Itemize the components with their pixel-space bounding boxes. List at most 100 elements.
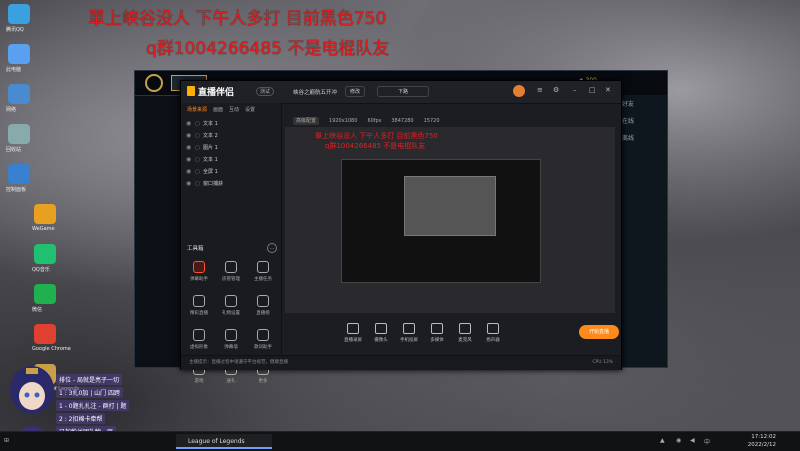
desktop-icon-5[interactable] <box>34 204 56 224</box>
eye-icon[interactable]: ◉ <box>186 178 191 190</box>
preview-nested-capture-inner <box>404 176 496 236</box>
desktop-icon-7[interactable] <box>34 284 56 304</box>
left-tab[interactable]: 设置 <box>245 107 255 113</box>
maximize-icon[interactable]: □ <box>589 86 596 94</box>
settings-icon[interactable]: ⚙ <box>553 86 559 94</box>
stream-tool-window: 直播伴侣 测试 ≡ ⚙ – □ ✕ 峡谷之巅航五开冲 修改 下路 高级配置 192… <box>180 80 622 384</box>
lock-icon[interactable]: ▢ <box>195 142 200 154</box>
start-icon[interactable]: ⊞ <box>4 437 9 444</box>
source-item[interactable]: ◉ ▢ 文本 1 <box>181 118 281 130</box>
tool-icon <box>257 261 269 273</box>
minimize-icon[interactable]: – <box>573 86 577 94</box>
lock-icon[interactable]: ▢ <box>195 118 200 130</box>
preview-overlay-line2: q群1004266485 不是电棍队友 <box>325 142 426 150</box>
tool-icon <box>193 295 205 307</box>
desktop-icon-6[interactable] <box>34 244 56 264</box>
volume-icon[interactable]: ◀ <box>690 437 695 444</box>
source-item[interactable]: ◉ ▢ 文本 2 <box>181 130 281 142</box>
source-item[interactable]: ◉ ▢ 窗口捕获 <box>181 178 281 190</box>
close-icon[interactable]: ✕ <box>605 86 611 94</box>
lol-friends-item[interactable]: 好友 <box>619 95 667 112</box>
source-label: 窗口捕获 <box>203 181 224 187</box>
edit-title-button[interactable]: 修改 <box>345 86 366 97</box>
tool-label: 礼物设置 <box>222 311 240 316</box>
source-label: 文本 1 <box>203 157 218 163</box>
bottom-button-1[interactable]: 摄像头 <box>367 323 395 343</box>
lock-icon[interactable]: ▢ <box>195 130 200 142</box>
bottom-button-label: 摄像头 <box>374 338 388 343</box>
lock-icon[interactable]: ▢ <box>195 178 200 190</box>
eye-icon[interactable]: ◉ <box>186 130 191 142</box>
eye-icon[interactable]: ◉ <box>186 118 191 130</box>
desktop-icon-2[interactable] <box>8 84 30 104</box>
tool-label: 歌词助手 <box>254 345 272 350</box>
clock[interactable]: 17:12:02 2022/2/12 <box>748 433 776 449</box>
start-live-button[interactable]: 开始直播 <box>579 325 619 339</box>
lock-icon[interactable]: ▢ <box>195 166 200 178</box>
preview-nested-capture <box>341 159 541 283</box>
source-item[interactable]: ◉ ▢ 文本 1 <box>181 154 281 166</box>
chat-message: 排位 - 局就是亮子一切 <box>56 374 122 385</box>
desktop-icon-8[interactable] <box>34 324 56 344</box>
tool-3[interactable]: 精彩直播 <box>185 295 213 325</box>
bottom-button-3[interactable]: 多媒体 <box>423 323 451 343</box>
user-avatar[interactable] <box>513 85 525 97</box>
left-tab[interactable]: 画面 <box>213 107 223 113</box>
bottom-button-0[interactable]: 直播录屏 <box>339 323 367 343</box>
desktop-icon-4[interactable] <box>8 164 30 184</box>
desktop-icon-0[interactable] <box>8 4 30 24</box>
status-bar: 主播提示：直播过程中请遵守平台规范，健康直播 CPU 13% <box>181 355 621 370</box>
source-item[interactable]: ◉ ▢ 图片 1 <box>181 142 281 154</box>
lol-friends-item[interactable]: 离线 <box>619 129 667 146</box>
stream-stats: 高级配置 1920x1080 60fps 3847280 15720 <box>293 117 450 125</box>
tool-label: 直播榜 <box>256 311 270 316</box>
tool-2[interactable]: 主播任务 <box>249 261 277 291</box>
tool-label: 精彩直播 <box>190 311 208 316</box>
menu-icon[interactable]: ≡ <box>537 86 543 94</box>
stream-stat: 15720 <box>423 118 440 124</box>
toolbox-more-icon[interactable]: … <box>267 243 277 253</box>
source-item[interactable]: ◉ ▢ 全屏 1 <box>181 166 281 178</box>
tool-label: 弹幕助手 <box>190 277 208 282</box>
toolbox-header: 工具箱 <box>187 246 204 252</box>
tool-1[interactable]: 房管管理 <box>217 261 245 291</box>
clock-date: 2022/2/12 <box>747 442 776 448</box>
desktop-icon-label: 回收站 <box>6 147 22 153</box>
left-tab[interactable]: 场景来源 <box>187 107 207 113</box>
desktop-icon-label: 网络 <box>6 107 17 113</box>
overlay-title-line1: 單上峡谷没人 下午人多打 目前黑色750 <box>88 9 387 29</box>
lol-friends-panel: 好友 在线 离线 <box>618 95 667 367</box>
tool-icon <box>257 295 269 307</box>
network-icon[interactable]: ◉ <box>676 437 681 444</box>
bottom-toolbar: 开始直播 直播录屏 摄像头 手机投屏 多媒体 麦克风 扬声器 <box>285 319 619 349</box>
stream-stat: 60fps <box>367 118 382 124</box>
preview-overlay-line1: 單上峡谷没人 下午人多打 目前黑色750 <box>315 132 438 140</box>
eye-icon[interactable]: ◉ <box>186 154 191 166</box>
eye-icon[interactable]: ◉ <box>186 142 191 154</box>
tool-5[interactable]: 直播榜 <box>249 295 277 325</box>
taskbar-app-lol[interactable]: League of Legends <box>176 434 272 449</box>
source-label: 文本 2 <box>203 133 218 139</box>
game-category-select[interactable]: 下路 <box>377 86 430 97</box>
tool-0[interactable]: 弹幕助手 <box>185 261 213 291</box>
tool-4[interactable]: 礼物设置 <box>217 295 245 325</box>
desktop-icon-1[interactable] <box>8 44 30 64</box>
ime-icon[interactable]: 中 <box>704 437 710 446</box>
tool-label: 弹幕墙 <box>224 345 238 350</box>
lock-icon[interactable]: ▢ <box>195 154 200 166</box>
tool-icon <box>193 261 205 273</box>
stream-preview[interactable]: 單上峡谷没人 下午人多打 目前黑色750 q群1004266485 不是电棍队友 <box>285 127 615 313</box>
tray-icon-1[interactable]: ▲ <box>660 437 665 444</box>
tool-icon <box>193 329 205 341</box>
bottom-button-5[interactable]: 扬声器 <box>479 323 507 343</box>
bottom-button-label: 多媒体 <box>430 338 444 343</box>
left-tab[interactable]: 互动 <box>229 107 239 113</box>
chat-message: 2 : 2扣棉卡牵帮 <box>56 413 106 424</box>
bottom-button-4[interactable]: 麦克风 <box>451 323 479 343</box>
lol-friends-item[interactable]: 在线 <box>619 112 667 129</box>
stream-title: 峡谷之巅航五开冲 <box>293 90 338 96</box>
bottom-button-2[interactable]: 手机投屏 <box>395 323 423 343</box>
eye-icon[interactable]: ◉ <box>186 166 191 178</box>
desktop-icon-3[interactable] <box>8 124 30 144</box>
source-label: 图片 1 <box>203 145 218 151</box>
